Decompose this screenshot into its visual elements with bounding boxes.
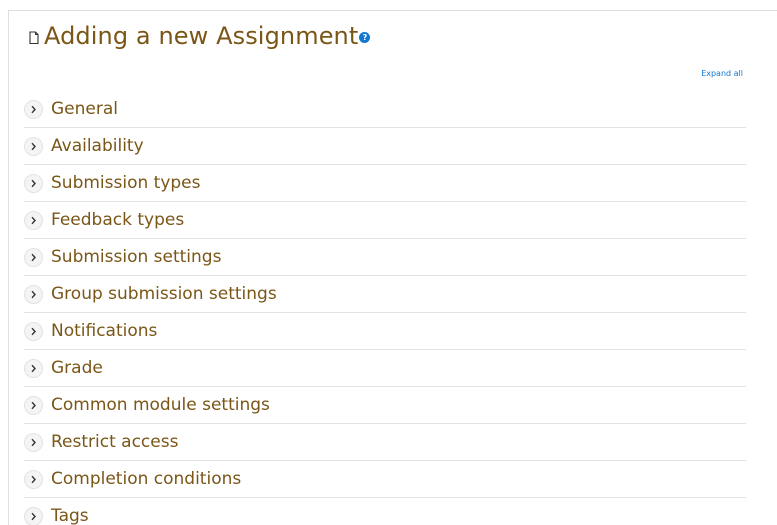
chevron-right-icon[interactable] bbox=[24, 210, 43, 230]
section-label: Availability bbox=[51, 136, 144, 156]
section-availability[interactable]: Availability bbox=[24, 128, 746, 165]
assignment-form-page: Adding a new Assignment ? Expand all Gen… bbox=[0, 0, 777, 525]
section-completion-conditions[interactable]: Completion conditions bbox=[24, 461, 746, 498]
chevron-right-icon[interactable] bbox=[24, 432, 43, 452]
section-label: Completion conditions bbox=[51, 469, 242, 489]
page-header: Adding a new Assignment ? bbox=[28, 20, 371, 52]
section-label: Submission types bbox=[51, 173, 201, 193]
section-label: Grade bbox=[51, 358, 103, 378]
section-tags[interactable]: Tags bbox=[24, 498, 746, 525]
chevron-right-icon[interactable] bbox=[24, 136, 43, 156]
section-restrict-access[interactable]: Restrict access bbox=[24, 424, 746, 461]
section-label: Tags bbox=[51, 506, 89, 525]
section-grade[interactable]: Grade bbox=[24, 350, 746, 387]
chevron-right-icon[interactable] bbox=[24, 469, 43, 489]
section-label: Restrict access bbox=[51, 432, 179, 452]
section-label: Common module settings bbox=[51, 395, 270, 415]
help-icon[interactable]: ? bbox=[359, 32, 371, 43]
section-group-submission-settings[interactable]: Group submission settings bbox=[24, 276, 746, 313]
section-notifications[interactable]: Notifications bbox=[24, 313, 746, 350]
frame-border-top bbox=[8, 10, 777, 11]
section-submission-settings[interactable]: Submission settings bbox=[24, 239, 746, 276]
section-feedback-types[interactable]: Feedback types bbox=[24, 202, 746, 239]
section-submission-types[interactable]: Submission types bbox=[24, 165, 746, 202]
chevron-right-icon[interactable] bbox=[24, 395, 43, 415]
section-label: Feedback types bbox=[51, 210, 185, 230]
page-title: Adding a new Assignment bbox=[44, 22, 359, 50]
chevron-right-icon[interactable] bbox=[24, 358, 43, 378]
chevron-right-icon[interactable] bbox=[24, 247, 43, 267]
chevron-right-icon[interactable] bbox=[24, 99, 43, 119]
chevron-right-icon[interactable] bbox=[24, 506, 43, 525]
section-label: Submission settings bbox=[51, 247, 222, 267]
section-label: Group submission settings bbox=[51, 284, 277, 304]
expand-all-link[interactable]: Expand all bbox=[701, 69, 743, 78]
section-general[interactable]: General bbox=[24, 91, 746, 128]
chevron-right-icon[interactable] bbox=[24, 321, 43, 341]
chevron-right-icon[interactable] bbox=[24, 173, 43, 193]
section-label: General bbox=[51, 99, 118, 119]
document-icon bbox=[29, 30, 39, 44]
section-common-module-settings[interactable]: Common module settings bbox=[24, 387, 746, 424]
section-label: Notifications bbox=[51, 321, 158, 341]
frame-border-left bbox=[8, 10, 9, 525]
chevron-right-icon[interactable] bbox=[24, 284, 43, 304]
form-sections: General Availability Submission types Fe… bbox=[24, 91, 746, 525]
